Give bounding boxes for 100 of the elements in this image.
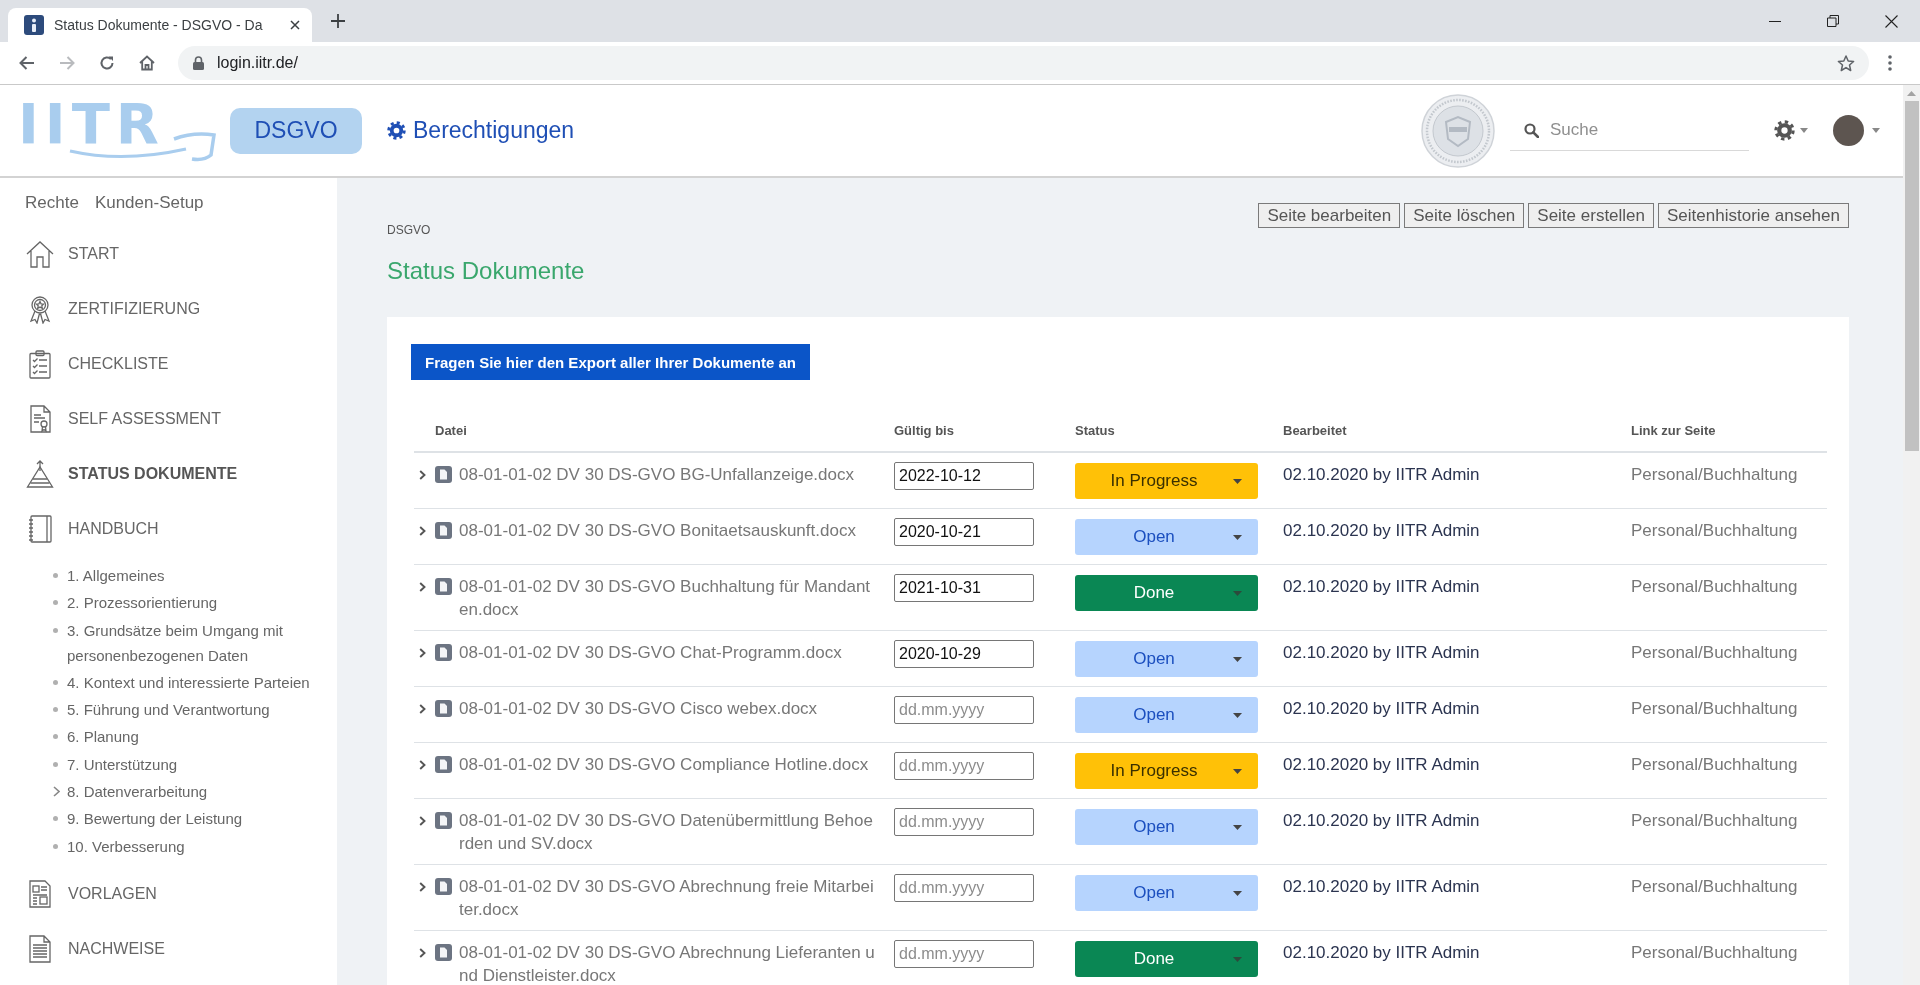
scrollbar-thumb[interactable]: [1904, 101, 1919, 451]
date-field[interactable]: 2021-10-31: [894, 574, 1034, 602]
chevron-right-icon[interactable]: [419, 760, 426, 770]
export-request-button[interactable]: Fragen Sie hier den Export aller Ihrer Dokumente an: [411, 344, 810, 380]
sidebar-nav-item[interactable]: SELF ASSESSMENT: [0, 391, 337, 446]
status-dropdown[interactable]: Open: [1075, 641, 1258, 677]
date-field[interactable]: 2020-10-21: [894, 518, 1034, 546]
chapter-link[interactable]: 7. Unterstützung: [0, 751, 314, 777]
close-icon[interactable]: [1884, 14, 1898, 28]
lock-icon: [193, 56, 204, 70]
status-dropdown[interactable]: Open: [1075, 519, 1258, 555]
chevron-right-icon[interactable]: [419, 704, 426, 714]
permissions-link[interactable]: Berechtigungen: [387, 117, 575, 144]
user-menu-button[interactable]: [1833, 115, 1880, 146]
date-field[interactable]: dd.mm.yyyy: [894, 808, 1034, 836]
page-action-button[interactable]: Seite löschen: [1404, 203, 1525, 228]
edited-info: 02.10.2020 by IITR Admin: [1283, 643, 1480, 662]
page-action-button[interactable]: Seite bearbeiten: [1258, 203, 1401, 228]
page-action-button[interactable]: Seitenhistorie ansehen: [1658, 203, 1849, 228]
star-icon[interactable]: [1837, 54, 1855, 72]
chapter-link[interactable]: 3. Grundsätze beim Umgang mit personenbezogenen Daten: [0, 617, 314, 668]
edited-info: 02.10.2020 by IITR Admin: [1283, 755, 1480, 774]
status-dropdown[interactable]: Open: [1075, 697, 1258, 733]
chapter-link[interactable]: 6. Planung: [0, 724, 314, 750]
date-field[interactable]: dd.mm.yyyy: [894, 752, 1034, 780]
file-name: 08-01-01-02 DV 30 DS-GVO Abrechnung freie Mitarbeiter.docx: [459, 876, 875, 921]
file-name: 08-01-01-02 DV 30 DS-GVO Cisco webex.docx: [459, 698, 819, 720]
address-bar[interactable]: login.iitr.de/: [178, 46, 1869, 80]
close-icon[interactable]: [290, 20, 300, 30]
plus-icon[interactable]: [331, 14, 345, 28]
file-name: 08-01-01-02 DV 30 DS-GVO Abrechnung Lieferanten und Dienstleister.docx: [459, 942, 875, 985]
document-icon: [435, 700, 452, 717]
sidebar-nav-item[interactable]: HANDBUCH: [0, 501, 337, 556]
status-dropdown[interactable]: In Progress: [1075, 463, 1258, 499]
chapter-link[interactable]: 2. Prozessorientierung: [0, 590, 314, 616]
page-link[interactable]: Personal/Buchhaltung: [1631, 577, 1798, 596]
breadcrumb-link[interactable]: DSGVO: [387, 223, 585, 237]
reload-icon[interactable]: [99, 55, 115, 71]
browser-tab[interactable]: Status Dokumente - DSGVO - Da: [8, 8, 312, 42]
chevron-right-icon[interactable]: [53, 786, 60, 798]
home-icon[interactable]: [139, 55, 155, 71]
more-vertical-icon[interactable]: [1888, 55, 1892, 71]
chevron-right-icon[interactable]: [419, 526, 426, 536]
settings-menu-button[interactable]: [1774, 120, 1808, 141]
chevron-right-icon[interactable]: [419, 648, 426, 658]
page-link[interactable]: Personal/Buchhaltung: [1631, 877, 1798, 896]
status-dropdown[interactable]: In Progress: [1075, 753, 1258, 789]
minimize-icon[interactable]: [1769, 20, 1781, 22]
date-field[interactable]: dd.mm.yyyy: [894, 940, 1034, 968]
search-field[interactable]: Suche: [1510, 110, 1749, 151]
page-link[interactable]: Personal/Buchhaltung: [1631, 755, 1798, 774]
chevron-right-icon[interactable]: [419, 582, 426, 592]
arrow-left-icon[interactable]: [19, 56, 35, 70]
caret-down-icon: [1872, 128, 1880, 133]
page-link[interactable]: Personal/Buchhaltung: [1631, 465, 1798, 484]
edited-info: 02.10.2020 by IITR Admin: [1283, 943, 1480, 962]
page-link[interactable]: Personal/Buchhaltung: [1631, 521, 1798, 540]
chapter-link[interactable]: 4. Kontext und interessierte Parteien: [0, 669, 314, 695]
document-icon: [435, 522, 452, 539]
sidebar-nav-item[interactable]: CHECKLISTE: [0, 336, 337, 391]
document-icon: [435, 878, 452, 895]
status-dropdown[interactable]: Done: [1075, 575, 1258, 611]
chapter-link[interactable]: 9. Bewertung der Leistung: [0, 806, 314, 832]
chapter-link[interactable]: 1. Allgemeines: [0, 563, 314, 588]
status-dropdown[interactable]: Open: [1075, 875, 1258, 911]
restore-icon[interactable]: [1827, 15, 1839, 27]
date-field[interactable]: 2020-10-29: [894, 640, 1034, 668]
chevron-right-icon[interactable]: [419, 816, 426, 826]
gear-icon: [1774, 120, 1795, 141]
sidebar-nav-item[interactable]: START: [0, 226, 337, 281]
chevron-right-icon[interactable]: [419, 948, 426, 958]
status-dropdown[interactable]: Done: [1075, 941, 1258, 977]
caret-down-icon: [1233, 768, 1242, 774]
document-icon: [435, 466, 452, 483]
status-dropdown[interactable]: Open: [1075, 809, 1258, 845]
sidebar-nav-item[interactable]: STATUS DOKUMENTE: [0, 446, 337, 501]
column-header: Bearbeitet: [1283, 423, 1348, 439]
sidebar-nav-item[interactable]: VORLAGEN: [0, 866, 337, 922]
sidebar-nav-item[interactable]: NACHWEISE: [0, 921, 337, 977]
sidebar-nav-item[interactable]: ZERTIFIZIERUNG: [0, 281, 337, 336]
scrollbar[interactable]: [1903, 85, 1920, 985]
chevron-right-icon[interactable]: [419, 882, 426, 892]
top-link[interactable]: Rechte: [25, 193, 79, 213]
date-field[interactable]: dd.mm.yyyy: [894, 696, 1034, 724]
document-icon: [435, 944, 452, 961]
document-icon: [435, 644, 452, 661]
date-field[interactable]: 2022-10-12: [894, 462, 1034, 490]
file-name: 08-01-01-02 DV 30 DS-GVO BG-Unfallanzeige.docx: [459, 464, 855, 486]
chevron-right-icon[interactable]: [419, 470, 426, 480]
page-link[interactable]: Personal/Buchhaltung: [1631, 943, 1798, 962]
module-button[interactable]: DSGVO: [230, 107, 362, 154]
page-action-button[interactable]: Seite erstellen: [1528, 203, 1655, 228]
chapter-link[interactable]: 5. Führung und Verantwortung: [0, 697, 314, 723]
chapter-link[interactable]: 8. Datenverarbeitung: [0, 779, 314, 805]
date-field[interactable]: dd.mm.yyyy: [894, 874, 1034, 902]
page-link[interactable]: Personal/Buchhaltung: [1631, 643, 1798, 662]
page-link[interactable]: Personal/Buchhaltung: [1631, 811, 1798, 830]
page-link[interactable]: Personal/Buchhaltung: [1631, 699, 1798, 718]
chapter-link[interactable]: 10. Verbesserung: [0, 833, 314, 859]
top-link[interactable]: Kunden-Setup: [94, 193, 204, 213]
